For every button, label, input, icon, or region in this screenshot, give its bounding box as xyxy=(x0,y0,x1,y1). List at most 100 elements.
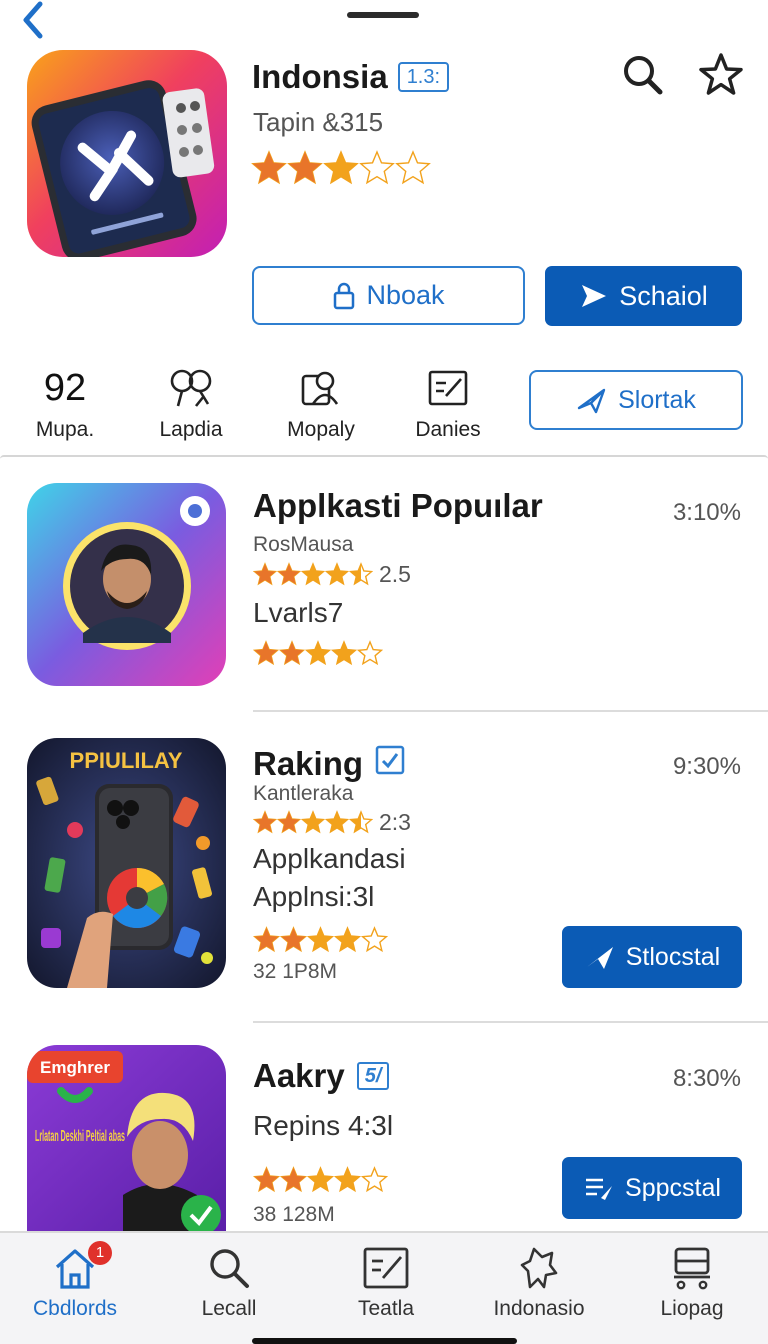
install-button[interactable]: Stlocstal xyxy=(562,926,742,988)
rating-stars xyxy=(253,809,373,833)
install-button-label: Stlocstal xyxy=(625,942,721,971)
star-outline xyxy=(359,150,395,185)
app-title-row: Indonsia 1.3: xyxy=(252,58,450,96)
star-filled xyxy=(306,642,330,664)
star-filled xyxy=(308,1168,333,1191)
icon-caption: PPIULILAY xyxy=(70,748,183,773)
star-outline xyxy=(360,926,389,953)
tab-region[interactable]: Indonasio xyxy=(464,1245,614,1321)
tab-label: Lecall xyxy=(201,1297,257,1320)
tab-label: Teatla xyxy=(357,1297,415,1320)
icon-text: Lrlatan Deskhi Peltial abas xyxy=(35,1128,125,1145)
list-item-line: Lvarls7 xyxy=(253,597,344,628)
list-item-percent: 8:30% xyxy=(672,1065,741,1092)
tab-search[interactable]: Lecall xyxy=(154,1245,304,1321)
star-filled xyxy=(335,928,360,951)
search-icon xyxy=(210,1249,249,1288)
star-filled xyxy=(302,563,324,584)
app-subtitle: Tapin &315 xyxy=(253,107,384,137)
star-filled xyxy=(254,642,278,664)
list-item-stars-secondary xyxy=(252,1166,389,1203)
hero-rating-stars xyxy=(251,150,441,195)
star-filled xyxy=(281,928,306,951)
stat-label: Lapdia xyxy=(159,418,223,441)
rating-stars xyxy=(252,640,384,666)
stat-value: 92 xyxy=(43,367,87,409)
list-item-title-row: Applkasti Popuılar xyxy=(253,487,543,525)
tab-profile[interactable]: Liopag xyxy=(617,1245,767,1321)
star-filled xyxy=(281,1168,306,1191)
rating-value: 2.5 xyxy=(379,561,411,587)
primary-action-label: Schaiol xyxy=(619,280,708,311)
star-filled xyxy=(254,928,279,951)
app-title: Indonsia xyxy=(252,58,388,95)
list-item-stars-secondary xyxy=(252,926,389,963)
icon-caption: Emghrer xyxy=(40,1058,110,1077)
star-filled xyxy=(280,642,304,664)
stat-label: Mupa. xyxy=(35,418,95,441)
list-item-meta: 32 1P8M xyxy=(253,960,338,983)
stats-action-label: Slortak xyxy=(618,385,696,414)
search-icon[interactable] xyxy=(620,52,664,96)
list-item-stars-secondary xyxy=(252,640,384,675)
star-outline xyxy=(356,640,384,666)
install-button[interactable]: Sppcstal xyxy=(562,1157,742,1219)
rating-stars xyxy=(252,926,389,953)
stats-action-button[interactable]: Slortak xyxy=(529,370,743,430)
primary-action-button[interactable]: Schaiol xyxy=(545,266,742,326)
send-icon xyxy=(586,947,613,969)
star-filled xyxy=(278,811,300,832)
map-region-icon xyxy=(520,1247,558,1289)
star-filled xyxy=(278,563,300,584)
rating-stars xyxy=(253,561,373,585)
star-outline xyxy=(360,1166,389,1193)
back-chevron-icon[interactable] xyxy=(14,0,50,40)
verified-check-icon xyxy=(375,745,405,783)
star-filled xyxy=(302,811,324,832)
list-item-title[interactable]: Applkasti Popuılar xyxy=(253,487,543,525)
star-filled xyxy=(254,563,276,584)
tab-home[interactable]: 1 Cbdlords xyxy=(0,1241,150,1321)
rating-icon xyxy=(136,366,246,410)
send-icon xyxy=(582,285,607,307)
star-filled xyxy=(252,152,286,183)
favorite-star-icon[interactable] xyxy=(698,52,743,96)
device-icon xyxy=(674,1247,710,1290)
notification-badge: 1 xyxy=(88,1241,112,1265)
list-item-line: Applnsi:3l xyxy=(253,881,375,912)
list-item-icon[interactable]: PPIULILAY xyxy=(27,738,226,988)
stat-contacts: Mopaly xyxy=(266,366,376,442)
secondary-action-label: Nboak xyxy=(366,280,445,310)
star-filled xyxy=(326,811,348,832)
tab-label: Indonasio xyxy=(493,1297,585,1320)
tab-label: Liopag xyxy=(660,1297,724,1320)
install-button-label: Sppcstal xyxy=(625,1173,721,1202)
secondary-action-button[interactable]: Nboak xyxy=(252,266,525,325)
star-filled xyxy=(308,928,333,951)
playlist-icon xyxy=(586,1178,613,1200)
star-filled xyxy=(326,563,348,584)
edit-icon xyxy=(393,366,503,410)
list-item-icon[interactable]: Emghrer Lrlatan Deskhi Peltial abas xyxy=(27,1045,226,1231)
list-item-icon[interactable] xyxy=(27,483,226,686)
list-item-title[interactable]: Aakry xyxy=(253,1057,345,1095)
star-filled xyxy=(254,1168,279,1191)
list-divider xyxy=(253,710,768,712)
stat-rating: Lapdia xyxy=(136,366,246,442)
tab-edit[interactable]: Teatla xyxy=(311,1245,461,1321)
list-item-title[interactable]: Raking xyxy=(253,745,363,783)
list-item-rating-row: 2.5 xyxy=(253,561,411,588)
list-item-title-row: Raking xyxy=(253,745,405,783)
star-outline xyxy=(395,150,431,185)
home-indicator xyxy=(252,1338,517,1344)
list-item-developer: Kantleraka xyxy=(253,782,354,805)
star-filled xyxy=(324,152,358,183)
rating-value: 2:3 xyxy=(379,809,411,835)
stat-edit: Danies xyxy=(393,366,503,442)
contacts-icon xyxy=(266,366,376,410)
rating-stars xyxy=(252,1166,389,1193)
star-filled xyxy=(332,642,356,664)
sheet-handle[interactable] xyxy=(347,12,419,18)
star-filled xyxy=(254,811,276,832)
stat-downloads: 92 Mupa. xyxy=(10,366,120,442)
